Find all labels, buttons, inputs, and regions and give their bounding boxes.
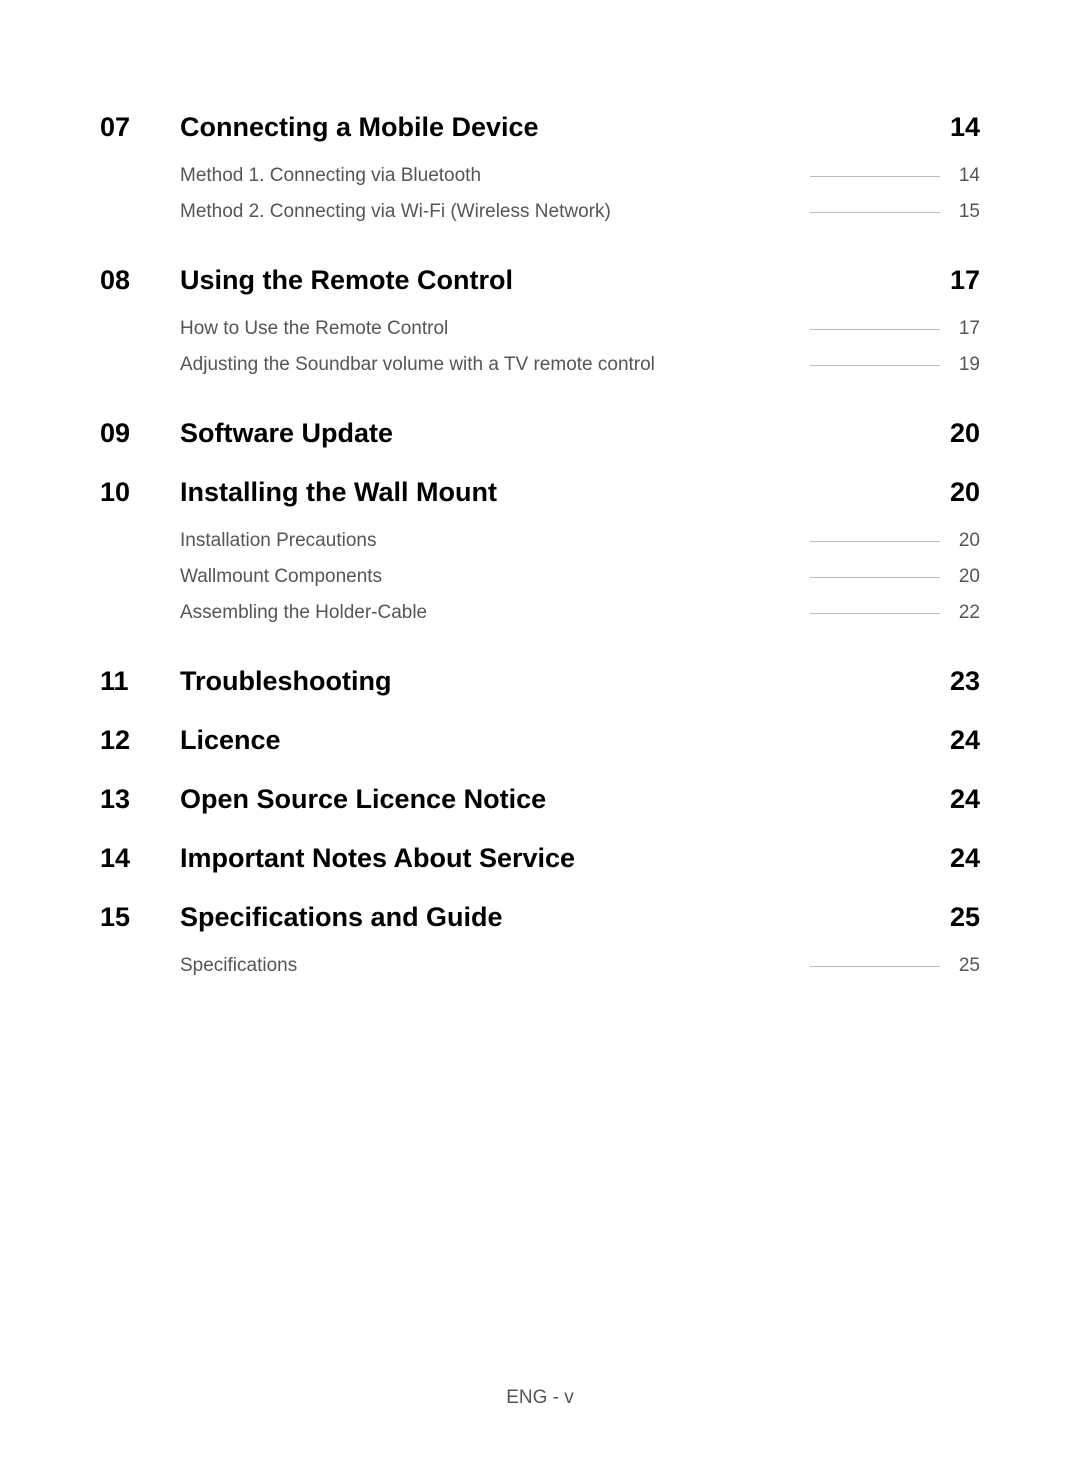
section-number: 10 [100, 477, 180, 508]
section-number: 11 [100, 666, 180, 697]
section-title: Connecting a Mobile Device [180, 112, 539, 143]
table-of-contents: 07 Connecting a Mobile Device 14 Method … [0, 0, 1080, 991]
leader-line [810, 365, 940, 366]
leader-line [810, 541, 940, 542]
toc-section: 15 Specifications and Guide 25 Specifica… [100, 898, 980, 991]
toc-section: 07 Connecting a Mobile Device 14 Method … [100, 108, 980, 237]
section-title: Open Source Licence Notice [180, 784, 546, 815]
sub-title: Method 2. Connecting via Wi-Fi (Wireless… [180, 201, 611, 223]
section-title: Important Notes About Service [180, 843, 575, 874]
section-page: 24 [950, 725, 980, 756]
section-title: Software Update [180, 418, 393, 449]
section-title: Troubleshooting [180, 666, 391, 697]
sub-page: 19 [950, 354, 980, 376]
leader-line [810, 329, 940, 330]
toc-sub-row: Assembling the Holder-Cable 22 [180, 602, 980, 624]
section-number: 15 [100, 902, 180, 933]
section-title: Licence [180, 725, 281, 756]
toc-section: 11 Troubleshooting 23 [100, 662, 980, 701]
sub-title: Wallmount Components [180, 566, 382, 588]
sub-page: 20 [950, 530, 980, 552]
toc-sub-row: How to Use the Remote Control 17 [180, 318, 980, 340]
section-title: Using the Remote Control [180, 265, 513, 296]
section-page: 23 [950, 666, 980, 697]
leader-line [810, 613, 940, 614]
leader-line [810, 176, 940, 177]
section-number: 14 [100, 843, 180, 874]
section-page: 14 [950, 112, 980, 143]
sub-title: How to Use the Remote Control [180, 318, 448, 340]
sub-page: 14 [950, 165, 980, 187]
section-page: 24 [950, 843, 980, 874]
sub-page: 22 [950, 602, 980, 624]
sub-page: 15 [950, 201, 980, 223]
section-page: 24 [950, 784, 980, 815]
section-number: 08 [100, 265, 180, 296]
section-title: Installing the Wall Mount [180, 477, 497, 508]
leader-line [810, 212, 940, 213]
sub-title: Installation Precautions [180, 530, 376, 552]
section-number: 12 [100, 725, 180, 756]
toc-section: 08 Using the Remote Control 17 How to Us… [100, 261, 980, 390]
sub-title: Assembling the Holder-Cable [180, 602, 427, 624]
toc-sub-row: Method 2. Connecting via Wi-Fi (Wireless… [180, 201, 980, 223]
sub-title: Adjusting the Soundbar volume with a TV … [180, 354, 655, 376]
toc-section: 13 Open Source Licence Notice 24 [100, 780, 980, 819]
sub-page: 20 [950, 566, 980, 588]
toc-sub-row: Method 1. Connecting via Bluetooth 14 [180, 165, 980, 187]
toc-sub-row: Adjusting the Soundbar volume with a TV … [180, 354, 980, 376]
toc-sub-row: Installation Precautions 20 [180, 530, 980, 552]
sub-page: 25 [950, 955, 980, 977]
toc-section: 12 Licence 24 [100, 721, 980, 760]
section-number: 07 [100, 112, 180, 143]
leader-line [810, 966, 940, 967]
page-footer: ENG - v [0, 1387, 1080, 1409]
sub-title: Method 1. Connecting via Bluetooth [180, 165, 481, 187]
toc-sub-row: Specifications 25 [180, 955, 980, 977]
section-number: 09 [100, 418, 180, 449]
toc-section: 10 Installing the Wall Mount 20 Installa… [100, 473, 980, 638]
sub-page: 17 [950, 318, 980, 340]
toc-section: 09 Software Update 20 [100, 414, 980, 453]
section-page: 17 [950, 265, 980, 296]
leader-line [810, 577, 940, 578]
sub-title: Specifications [180, 955, 297, 977]
section-page: 25 [950, 902, 980, 933]
section-number: 13 [100, 784, 180, 815]
toc-sub-row: Wallmount Components 20 [180, 566, 980, 588]
section-page: 20 [950, 477, 980, 508]
toc-section: 14 Important Notes About Service 24 [100, 839, 980, 878]
section-title: Specifications and Guide [180, 902, 503, 933]
section-page: 20 [950, 418, 980, 449]
